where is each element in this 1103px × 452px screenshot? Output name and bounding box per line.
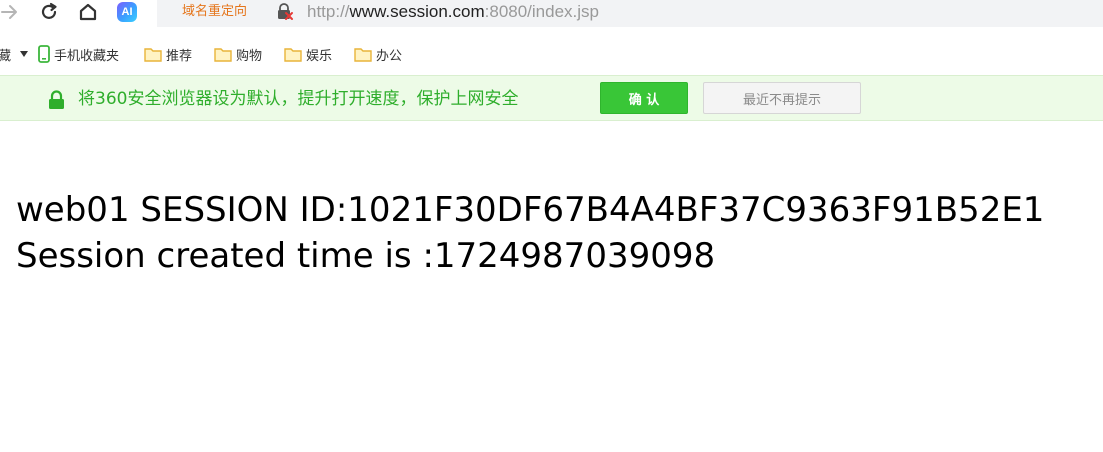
- home-icon[interactable]: [77, 0, 99, 24]
- redirect-label[interactable]: 域名重定向: [182, 3, 247, 21]
- bookmark-label: 办公: [376, 48, 403, 64]
- dont-remind-button[interactable]: 最近不再提示: [703, 82, 861, 114]
- folder-icon: [214, 47, 232, 62]
- ai-badge-icon[interactable]: AI: [117, 2, 137, 22]
- page-content: web01 SESSION ID:1021F30DF67B4A4BF37C936…: [16, 187, 1044, 279]
- insecure-lock-icon[interactable]: [276, 3, 294, 21]
- url-prefix: http://: [307, 2, 350, 21]
- phone-icon: [38, 45, 50, 63]
- folder-icon: [354, 47, 372, 62]
- security-lock-icon: [48, 90, 65, 110]
- bookmark-label: 手机收藏夹: [54, 48, 120, 64]
- url-text[interactable]: http://www.session.com:8080/index.jsp: [307, 1, 599, 23]
- address-bar[interactable]: 域名重定向 http://www.session.com:8080/index.…: [157, 0, 1103, 27]
- bookmark-mobile-favorites[interactable]: 手机收藏夹: [38, 44, 119, 64]
- bookmark-folder-entertainment[interactable]: 娱乐: [284, 44, 332, 64]
- bookmark-label: 推荐: [166, 48, 193, 64]
- chevron-down-icon[interactable]: [19, 50, 29, 58]
- bookmark-label: 娱乐: [306, 48, 333, 64]
- bookmark-folder-shopping[interactable]: 购物: [214, 44, 262, 64]
- folder-icon: [144, 47, 162, 62]
- url-rest: :8080/index.jsp: [484, 2, 600, 21]
- forward-arrow-icon[interactable]: [0, 0, 20, 24]
- url-host: www.session.com: [349, 2, 485, 21]
- session-id-text: web01 SESSION ID:1021F30DF67B4A4BF37C936…: [16, 190, 1045, 230]
- bookmarks-bar: 藏 手机收藏夹 推荐 购物 娱乐 办公: [0, 40, 1103, 68]
- session-created-time-text: Session created time is :1724987039098: [16, 236, 716, 276]
- refresh-icon[interactable]: [38, 0, 60, 24]
- bookmark-partial-label: 藏: [0, 48, 12, 64]
- default-browser-notice: 将360安全浏览器设为默认，提升打开速度，保护上网安全 确 认 最近不再提示: [0, 75, 1103, 121]
- notice-message: 将360安全浏览器设为默认，提升打开速度，保护上网安全: [78, 89, 519, 109]
- bookmark-folder-office[interactable]: 办公: [354, 44, 402, 64]
- bookmark-folder-partial[interactable]: 藏: [0, 44, 29, 64]
- folder-icon: [284, 47, 302, 62]
- bookmark-label: 购物: [236, 48, 263, 64]
- bookmark-folder-recommend[interactable]: 推荐: [144, 44, 192, 64]
- browser-toolbar: AI 域名重定向 http://www.session.com:8080/ind…: [0, 0, 1103, 28]
- confirm-button[interactable]: 确 认: [600, 82, 688, 114]
